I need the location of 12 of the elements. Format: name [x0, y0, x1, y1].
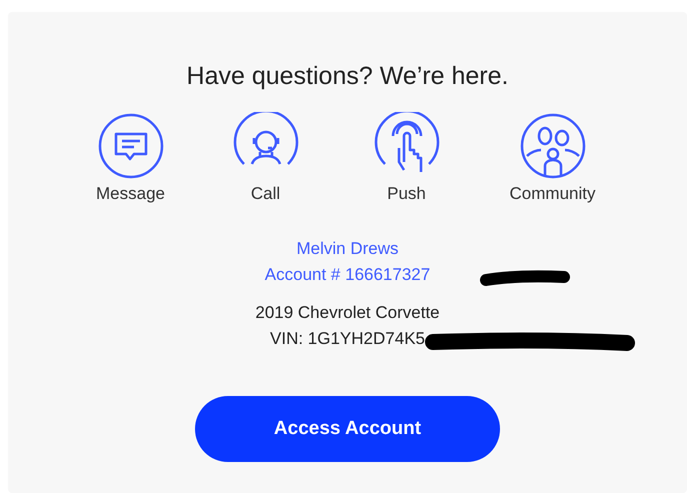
vin-text: VIN: 1G1YH2D74K5 [270, 329, 425, 348]
option-label[interactable]: Call [250, 184, 280, 204]
option-label[interactable]: Message [96, 184, 165, 204]
vehicle-model: 2019 Chevrolet Corvette [255, 303, 440, 322]
option-label[interactable]: Community [510, 184, 596, 204]
account-name[interactable]: Melvin Drews [296, 239, 399, 258]
account-number[interactable]: Account # 166617327 [264, 265, 430, 284]
heading: Have questions? We’re here. [186, 62, 508, 91]
option-label[interactable]: Push [387, 184, 426, 204]
message-icon[interactable] [96, 112, 164, 180]
access-account-button[interactable]: Access Account [195, 396, 500, 462]
community-icon[interactable] [518, 112, 586, 180]
